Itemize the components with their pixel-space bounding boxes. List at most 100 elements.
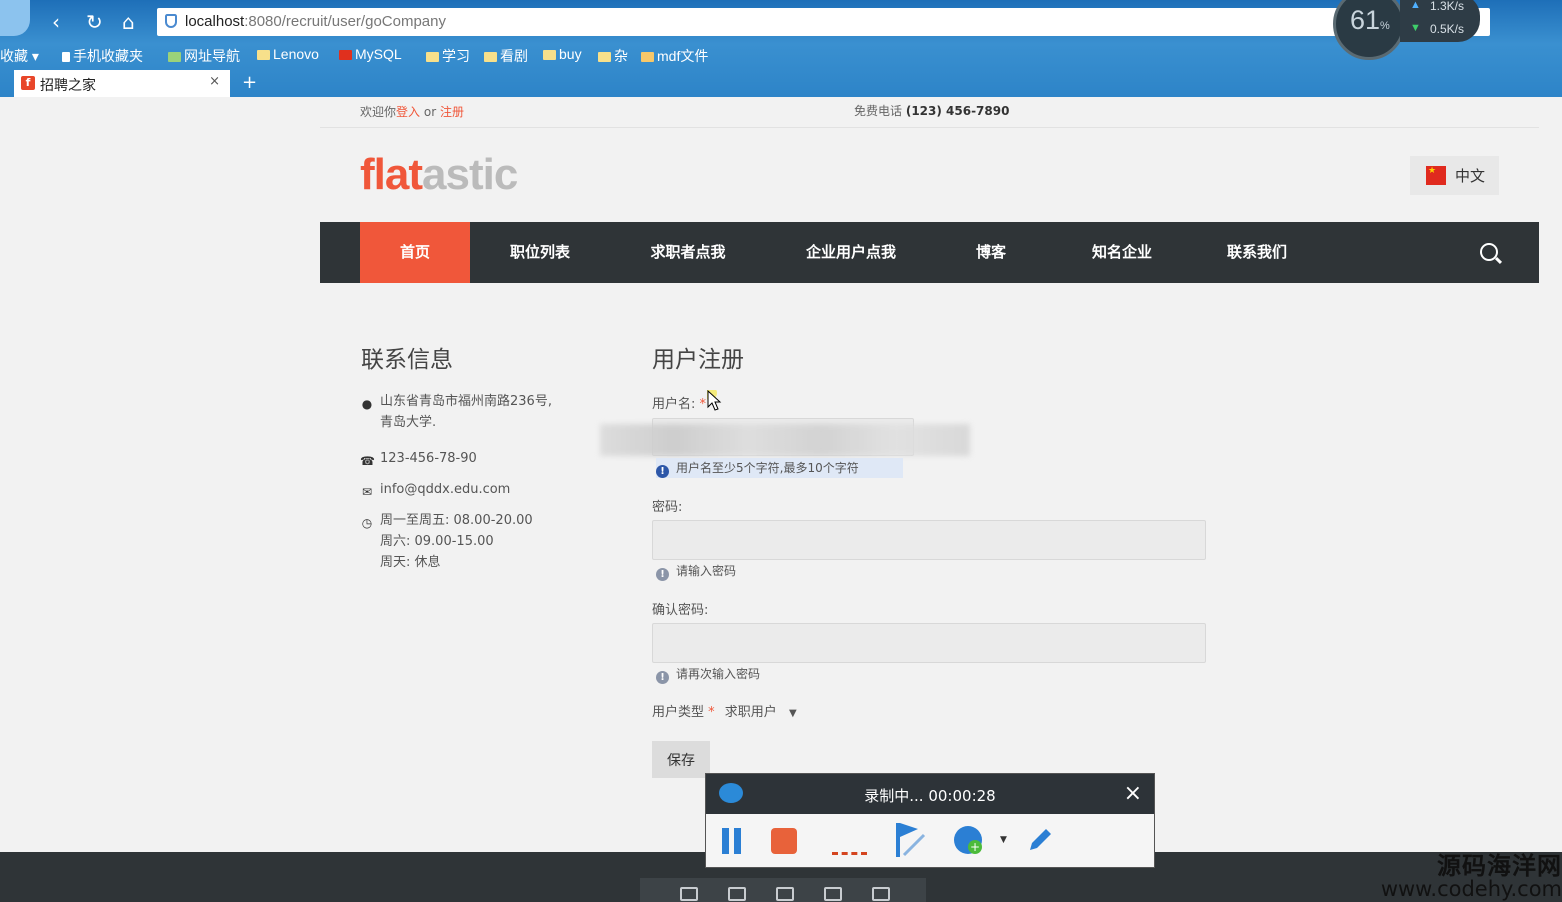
map-pin-icon: ●	[361, 397, 373, 411]
browser-logo-icon	[0, 0, 30, 36]
pause-icon[interactable]	[722, 828, 742, 854]
usertype-row: 用户类型 * 求职用户 ▼	[652, 705, 797, 720]
confirm-password-hint: ! 请再次输入密码	[656, 664, 760, 684]
download-speed: 0.5K/s	[1430, 22, 1465, 36]
house-icon	[168, 52, 181, 62]
save-button[interactable]: 保存	[652, 741, 710, 778]
confirm-password-input[interactable]	[652, 623, 1206, 663]
recording-status: 录制中... 00:00:28	[864, 787, 996, 805]
password-hint: ! 请输入密码	[656, 561, 736, 581]
favicon-icon: f	[21, 76, 35, 90]
bookmark-item[interactable]: buy	[543, 46, 582, 62]
nav-item-contact[interactable]: 联系我们	[1212, 222, 1302, 283]
bookmark-item[interactable]: 杂	[598, 46, 628, 66]
screen-recorder-panel: 录制中... 00:00:28 × + ▼	[705, 773, 1155, 868]
print-icon[interactable]	[776, 887, 794, 901]
nav-item-home[interactable]: 首页	[360, 222, 470, 283]
pen-icon[interactable]	[1026, 824, 1056, 854]
file-icon	[641, 52, 654, 62]
site-topbar: 欢迎你登入 or 注册 免费电话 (123) 456-7890	[320, 97, 1539, 128]
search-icon[interactable]	[1480, 243, 1498, 261]
page-icon	[62, 52, 70, 62]
nav-item-blog[interactable]: 博客	[956, 222, 1026, 283]
nav-item-jobseeker[interactable]: 求职者点我	[630, 222, 746, 283]
add-icon: +	[968, 840, 982, 854]
tab-close-icon[interactable]: ×	[209, 74, 220, 89]
info-icon: !	[656, 568, 669, 581]
language-label: 中文	[1455, 167, 1486, 185]
bookmark-item[interactable]: Lenovo	[257, 46, 319, 62]
register-title: 用户注册	[652, 347, 744, 373]
clock-icon: ◷	[361, 516, 373, 530]
upload-speed: 1.3K/s	[1430, 0, 1465, 13]
document-icon[interactable]	[824, 887, 842, 901]
login-link[interactable]: 登入	[396, 105, 420, 119]
bookmark-item[interactable]: MySQL	[339, 46, 402, 62]
bookmark-item[interactable]: 网址导航	[168, 46, 240, 66]
network-gauge: 61%	[1333, 0, 1405, 60]
nav-item-jobs[interactable]: 职位列表	[490, 222, 590, 283]
stop-icon[interactable]	[771, 828, 797, 854]
folder-icon	[543, 50, 556, 60]
url-text[interactable]: localhost:8080/recruit/user/goCompany	[185, 13, 446, 30]
bookmark-item[interactable]: 学习	[426, 46, 470, 66]
username-hint: ! 用户名至少5个字符,最多10个字符	[656, 458, 903, 478]
reload-icon[interactable]: ↻	[86, 10, 103, 34]
main-nav: 首页 职位列表 求职者点我 企业用户点我 博客 知名企业 联系我们	[320, 222, 1539, 283]
folder-icon	[484, 52, 497, 62]
password-input[interactable]	[652, 520, 1206, 560]
folder-icon	[426, 52, 439, 62]
nav-item-companies[interactable]: 知名企业	[1072, 222, 1172, 283]
free-phone: 免费电话 (123) 456-7890	[854, 104, 1010, 118]
bookmarks-bar: 收藏 ▾ 手机收藏夹 网址导航 Lenovo MySQL 学习 看剧 buy 杂…	[0, 44, 760, 66]
crop-icon[interactable]	[728, 887, 746, 901]
bookmark-item[interactable]: mdf文件	[641, 46, 708, 66]
mysql-icon	[339, 50, 352, 60]
bottom-toolbar	[640, 878, 926, 902]
folder-icon	[257, 50, 270, 60]
download-arrow-icon: ▼	[1410, 22, 1421, 34]
dash-line-icon[interactable]	[832, 849, 867, 855]
nav-item-enterprise[interactable]: 企业用户点我	[790, 222, 912, 283]
window-icon[interactable]	[872, 887, 890, 901]
register-link[interactable]: 注册	[440, 105, 464, 119]
new-tab-button[interactable]: +	[242, 72, 257, 93]
address-bar[interactable]: localhost:8080/recruit/user/goCompany	[157, 8, 1490, 36]
browser-chrome: ‹ ↻ ⌂ localhost:8080/recruit/user/goComp…	[0, 0, 1562, 97]
username-label: 用户名: *	[652, 397, 707, 412]
bookmark-item[interactable]: 收藏 ▾	[0, 46, 39, 66]
info-icon: !	[656, 671, 669, 684]
bookmark-item[interactable]: 手机收藏夹	[62, 46, 143, 66]
bookmark-item[interactable]: 看剧	[484, 46, 528, 66]
info-icon: !	[656, 465, 669, 478]
contact-title: 联系信息	[361, 347, 453, 373]
phone-icon: ☎	[360, 454, 375, 468]
password-label: 密码:	[652, 500, 683, 515]
blurred-region	[600, 424, 970, 456]
watermark: 源码海洋网 www.codehy.com	[1356, 846, 1562, 901]
usertype-select[interactable]: 求职用户 ▼	[725, 705, 797, 720]
back-icon[interactable]: ‹	[52, 10, 60, 34]
network-speed-panel: ▲ 1.3K/s ▼ 0.5K/s	[1400, 0, 1480, 42]
home-icon[interactable]: ⌂	[122, 10, 135, 34]
browser-tab[interactable]: f 招聘之家 ×	[14, 70, 230, 97]
dropdown-arrow-icon[interactable]: ▼	[1000, 835, 1007, 845]
recorder-header: 录制中... 00:00:28 ×	[706, 774, 1154, 814]
envelope-icon: ✉	[361, 485, 373, 499]
watermark-title: 源码海洋网	[1437, 852, 1562, 880]
site-logo[interactable]: flatastic	[360, 150, 518, 200]
confirm-password-label: 确认密码:	[652, 603, 709, 618]
welcome-text: 欢迎你登入 or 注册	[360, 105, 464, 119]
select-region-icon[interactable]	[680, 887, 698, 901]
mouse-cursor-icon	[707, 390, 722, 411]
language-button[interactable]: 中文	[1410, 156, 1499, 195]
security-shield-icon	[165, 14, 177, 28]
dropdown-arrow-icon: ▼	[788, 708, 797, 719]
watermark-url: www.codehy.com	[1380, 877, 1562, 901]
china-flag-icon	[1426, 166, 1446, 185]
recorder-close-icon[interactable]: ×	[1124, 781, 1142, 806]
folder-icon	[598, 52, 611, 62]
marker-flag-icon[interactable]	[892, 821, 928, 859]
tab-title: 招聘之家	[40, 78, 96, 94]
upload-arrow-icon: ▲	[1410, 0, 1421, 11]
